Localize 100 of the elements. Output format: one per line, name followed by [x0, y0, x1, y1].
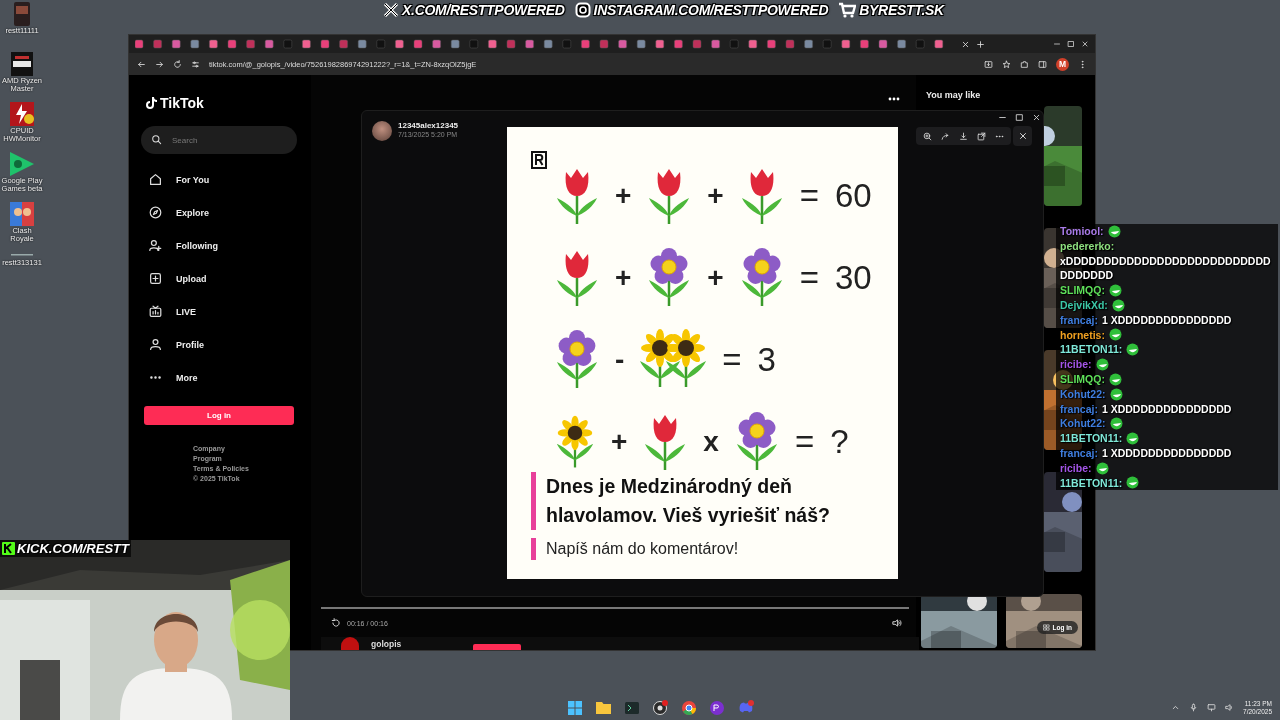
chat-username: francaj:: [1060, 401, 1098, 417]
home-icon: [149, 173, 162, 186]
more-icon[interactable]: [888, 97, 900, 101]
gamepad-icon[interactable]: [10, 152, 34, 176]
emote-icon: [1108, 372, 1122, 386]
minimize-icon: [1053, 40, 1061, 48]
display-icon: [1207, 703, 1217, 712]
maximize-button[interactable]: [1015, 113, 1024, 122]
emote-icon: [1126, 476, 1140, 490]
nav-item[interactable]: More: [141, 361, 311, 394]
login-button[interactable]: Log in: [144, 406, 294, 425]
puzzle-result: 3: [757, 341, 776, 379]
section-title: You may like: [926, 90, 982, 100]
nav-item[interactable]: LIVE: [141, 295, 311, 328]
kick-logo-icon: [2, 542, 15, 555]
user-avatar[interactable]: [372, 121, 392, 141]
emote-icon: [1108, 328, 1122, 342]
close-button[interactable]: [1032, 113, 1041, 122]
emote-icon: [1126, 343, 1140, 357]
share-icon: [941, 131, 950, 141]
game-icon[interactable]: [10, 202, 34, 226]
close-icon: [1081, 40, 1089, 48]
operator-sign: -: [615, 344, 625, 376]
ryzen-icon[interactable]: [11, 52, 33, 76]
emote-icon: [1111, 298, 1125, 312]
user-name[interactable]: 12345alex12345: [398, 121, 459, 130]
operator-sign: +: [707, 262, 724, 294]
nav-item[interactable]: Explore: [141, 196, 311, 229]
equals-sign: =: [799, 177, 819, 215]
equals-sign: =: [722, 341, 742, 379]
compass-icon: [149, 206, 162, 219]
nav-item[interactable]: Profile: [141, 328, 311, 361]
chat-username: 11BETON11:: [1060, 475, 1123, 491]
operator-sign: +: [611, 426, 628, 458]
tiktok-logo-icon[interactable]: [146, 97, 157, 109]
monitor-app-icon[interactable]: [10, 102, 34, 126]
chat-username: ricibe:: [1060, 460, 1092, 476]
menu-icon: [1078, 59, 1087, 69]
extension-icon: [1020, 59, 1029, 69]
cart-icon: [838, 2, 857, 18]
puzzle-result: 30: [835, 259, 872, 297]
author-name[interactable]: golopis: [371, 638, 402, 649]
site-info-icon: [191, 59, 200, 69]
emote-icon: [1109, 417, 1123, 431]
open-external-icon: [977, 131, 986, 141]
app-icon[interactable]: [11, 2, 33, 26]
zoom-in-icon: [923, 131, 932, 141]
tiktok-logo-text[interactable]: TikTok: [160, 95, 204, 111]
plus-icon: [976, 39, 985, 49]
action-button[interactable]: [473, 644, 522, 650]
profile-icon: [149, 338, 162, 351]
operator-sign: +: [615, 262, 632, 294]
close-icon: [1017, 131, 1028, 141]
close-button[interactable]: [1013, 126, 1032, 146]
star-icon: [1002, 59, 1011, 69]
chevron-up-icon: [1171, 703, 1181, 712]
nav-item[interactable]: For You: [141, 163, 311, 196]
comment-prompt: Napíš nám do komentárov!: [531, 538, 739, 560]
upload-icon: [149, 272, 162, 285]
x-logo-icon: [383, 2, 399, 18]
operator-sign: +: [707, 180, 724, 212]
search-field[interactable]: Search: [141, 126, 297, 154]
chat-username: 11BETON11:: [1060, 431, 1123, 446]
equals-sign: =: [794, 423, 815, 461]
equals-sign: =: [799, 259, 819, 297]
chat-username: pedererko:: [1060, 238, 1115, 254]
emote-icon: [1126, 432, 1140, 446]
forward-icon: [155, 59, 164, 69]
chat-username: Tomiool:: [1060, 224, 1104, 239]
chat-message: xDDDDDDDDDDDDDDDDDDDDDDDDDDDDDDDDDD: [1060, 253, 1272, 284]
chat-username: francaj:: [1060, 312, 1098, 328]
chat-username: Kohut22:: [1060, 386, 1106, 402]
operator-sign: x: [703, 426, 719, 458]
chat-username: Kohut22:: [1060, 416, 1106, 432]
nav-item[interactable]: Following: [141, 229, 311, 262]
chat-message: 1 XDDDDDDDDDDDDDDD: [1101, 312, 1232, 328]
operator-sign: +: [615, 180, 632, 212]
author-avatar[interactable]: [341, 637, 359, 650]
flower-icon: [647, 248, 692, 308]
emote-icon: [1095, 461, 1109, 475]
recorder-icon[interactable]: [650, 697, 671, 718]
emote-icon: [1095, 358, 1109, 372]
speaker-icon: [1225, 703, 1235, 712]
close-icon: [961, 39, 970, 49]
maximize-icon: [1067, 40, 1075, 48]
chat-message: 1 XDDDDDDDDDDDDDDD: [1101, 445, 1232, 461]
puzzle-result: ?: [830, 423, 849, 461]
maximize-icon: [1015, 113, 1024, 122]
chat-username: ricibe:: [1060, 357, 1092, 372]
puzzle-caption: Dnes je Medzinárodný deň hlavolamov. Vieš vyriešiť náš?: [531, 472, 866, 530]
nav-item[interactable]: Upload: [141, 262, 311, 295]
flower-icon: [555, 330, 599, 390]
chat-username: francaj:: [1060, 445, 1098, 461]
chat-username: hornetis:: [1060, 327, 1105, 343]
flower-icon: [739, 248, 784, 308]
replay-icon: [331, 618, 341, 628]
chat-username: DejvikXd:: [1060, 298, 1108, 313]
volume-icon: [892, 618, 902, 628]
profile-avatar[interactable]: M: [1056, 57, 1069, 71]
puzzle-result: 60: [835, 177, 872, 215]
